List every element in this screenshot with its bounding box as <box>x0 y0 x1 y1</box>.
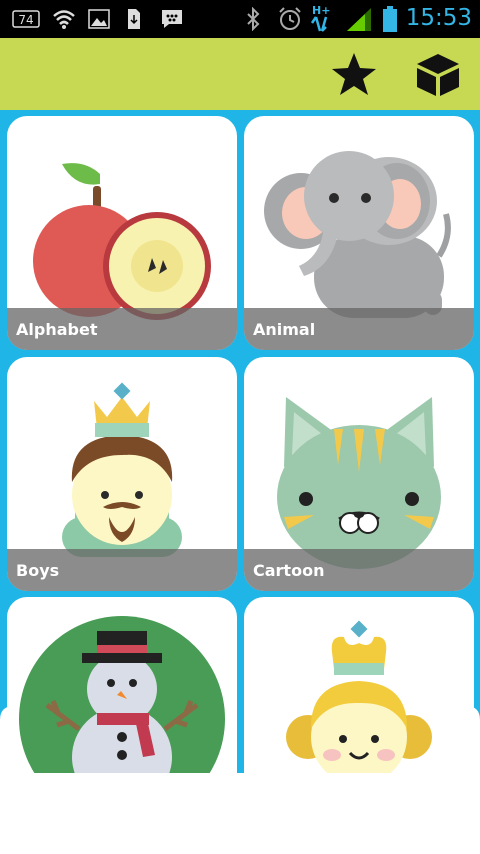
bottom-sheet-edge <box>0 706 480 776</box>
wifi-icon <box>53 10 75 29</box>
category-label: Cartoon <box>253 561 325 580</box>
app-bar <box>0 38 480 110</box>
category-label: Animal <box>253 320 316 339</box>
notification-count: 74 <box>18 13 33 27</box>
signal-icon <box>347 8 371 31</box>
category-card-alphabet[interactable]: Alphabet <box>7 116 237 350</box>
data-activity-icon: H+ <box>310 4 330 32</box>
notification-badge-icon: 74 <box>12 10 40 28</box>
status-bar: 74 H+ 15:53 <box>0 0 480 38</box>
chat-icon <box>162 10 182 28</box>
store-button[interactable] <box>413 50 463 100</box>
category-label-bar: Boys <box>7 549 237 591</box>
category-card-boys[interactable]: Boys <box>7 357 237 591</box>
bluetooth-icon <box>247 7 260 31</box>
category-label-bar: Cartoon <box>244 549 474 591</box>
favorites-button[interactable] <box>329 50 379 100</box>
category-label-bar: Animal <box>244 308 474 350</box>
file-download-icon <box>128 9 140 29</box>
gallery-icon <box>88 9 110 29</box>
category-label-bar: Alphabet <box>7 308 237 350</box>
battery-icon <box>383 6 397 32</box>
clock: 15:53 <box>405 5 472 31</box>
network-type-label: H+ <box>312 4 330 17</box>
star-icon <box>332 53 376 95</box>
category-label: Boys <box>16 561 60 580</box>
category-card-cartoon[interactable]: Cartoon <box>244 357 474 591</box>
alarm-icon <box>279 7 301 30</box>
bottom-sheet <box>0 773 480 854</box>
box-icon <box>417 54 459 96</box>
category-card-animal[interactable]: Animal <box>244 116 474 350</box>
category-label: Alphabet <box>16 320 98 339</box>
